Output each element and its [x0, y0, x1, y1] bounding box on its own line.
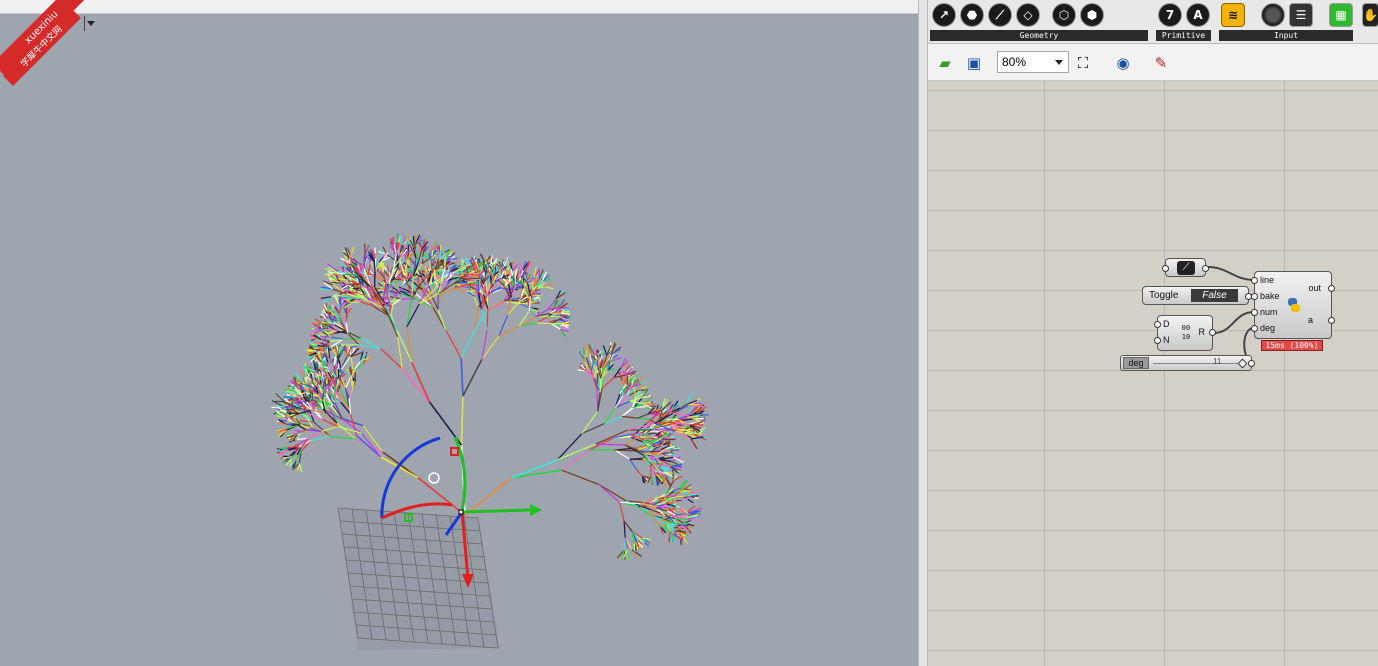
button-icon[interactable]	[1261, 3, 1285, 27]
python-script-node[interactable]: line bake num deg out a	[1251, 271, 1335, 339]
input-grip[interactable]	[1162, 265, 1169, 272]
output-grip[interactable]	[1209, 329, 1216, 336]
matrix-icon[interactable]: ▦	[1329, 3, 1353, 27]
viewport-menu-dropdown[interactable]	[84, 16, 95, 31]
box-param-icon[interactable]: ⬢	[1080, 3, 1104, 27]
number-slider-node[interactable]: deg 11	[1120, 355, 1255, 371]
ribbon-group-primitive: 7 A Primitive	[1154, 0, 1213, 43]
input-grip[interactable]	[1154, 321, 1161, 328]
output-a-label: a	[1307, 315, 1313, 325]
ribbon-group-input: ≋ ☰ ▦ Input	[1217, 0, 1355, 43]
input-line-label: line	[1260, 275, 1275, 285]
plane-param-icon[interactable]: ◇	[1016, 3, 1040, 27]
line-parameter-node[interactable]: ⟋	[1162, 258, 1209, 277]
text-icon[interactable]: A	[1186, 3, 1210, 27]
slider-label: deg	[1123, 357, 1149, 369]
input-grip[interactable]	[1251, 325, 1258, 332]
degrees-component-node[interactable]: D N 00 10 R	[1154, 315, 1216, 351]
boolean-toggle-node[interactable]: Toggle False	[1142, 286, 1252, 305]
input-grip[interactable]	[1154, 337, 1161, 344]
slider-value: 11	[1213, 357, 1222, 366]
integer-icon[interactable]: 7	[1158, 3, 1182, 27]
preview-eye-icon[interactable]: ◉	[1112, 52, 1134, 74]
grasshopper-canvas[interactable]: ⟋ Toggle False D N 00 10 R deg 11 line b…	[928, 81, 1378, 666]
output-r-label: R	[1198, 327, 1206, 337]
output-grip[interactable]	[1328, 285, 1335, 292]
output-out-label: out	[1308, 283, 1321, 293]
input-n-label: N	[1163, 335, 1170, 345]
component-ribbon: ↗ ⬣ ⟋ ◇ ⬡ ⬢ Geometry 7 A Primitive ≋ ☰ ▦	[928, 0, 1378, 44]
output-grip[interactable]	[1248, 360, 1255, 367]
canvas-toolbar: ▰ ▣ 80% ⛶ ◉ ✎	[928, 44, 1378, 81]
profiler-badge: 15ms (100%)	[1261, 340, 1323, 351]
open-file-icon[interactable]: ▰	[934, 52, 956, 74]
output-grip[interactable]	[1328, 317, 1335, 324]
rhino-viewport[interactable]: ctive xuexiniu 学犀牛中文网	[0, 0, 918, 666]
degrees-icon: 00 10	[1181, 324, 1191, 341]
zoom-extents-icon[interactable]: ⛶	[1072, 52, 1094, 74]
zoom-dropdown[interactable]: 80%	[997, 51, 1069, 73]
more-components-icon[interactable]: ✋	[1362, 3, 1378, 27]
slider-knob[interactable]	[1237, 358, 1248, 369]
hexagon-param-icon[interactable]: ⬡	[1052, 3, 1076, 27]
surface-param-icon[interactable]: ⬣	[960, 3, 984, 27]
input-d-label: D	[1163, 319, 1170, 329]
ribbon-group-geometry: ↗ ⬣ ⟋ ◇ ⬡ ⬢ Geometry	[928, 0, 1150, 43]
line-param-icon: ⟋	[1177, 261, 1195, 275]
input-bake-label: bake	[1260, 291, 1280, 301]
input-grip[interactable]	[1251, 277, 1258, 284]
input-num-label: num	[1260, 307, 1278, 317]
slider-track[interactable]	[1153, 363, 1239, 364]
list-icon[interactable]: ☰	[1289, 3, 1313, 27]
ribbon-group-label: Input	[1219, 30, 1353, 41]
line-param-icon[interactable]: ⟋	[988, 3, 1012, 27]
input-deg-label: deg	[1260, 323, 1276, 333]
gradient-icon[interactable]: ≋	[1221, 3, 1245, 27]
ribbon-group-label: Primitive	[1156, 30, 1211, 41]
ribbon-group-overflow: ✋	[1358, 0, 1378, 43]
curve-param-icon[interactable]: ↗	[932, 3, 956, 27]
input-grip[interactable]	[1251, 309, 1258, 316]
output-grip[interactable]	[1202, 265, 1209, 272]
panel-splitter[interactable]	[918, 0, 928, 666]
sketch-icon[interactable]: ✎	[1150, 52, 1172, 74]
ribbon-group-label: Geometry	[930, 30, 1148, 41]
python-icon	[1288, 298, 1300, 312]
toggle-value[interactable]: False	[1191, 289, 1238, 302]
save-file-icon[interactable]: ▣	[963, 52, 985, 74]
toggle-label: Toggle	[1149, 290, 1179, 301]
grasshopper-editor: ↗ ⬣ ⟋ ◇ ⬡ ⬢ Geometry 7 A Primitive ≋ ☰ ▦	[928, 0, 1378, 666]
tree-geometry	[271, 232, 709, 650]
wire-layer	[1207, 266, 1255, 364]
input-grip[interactable]	[1251, 293, 1258, 300]
